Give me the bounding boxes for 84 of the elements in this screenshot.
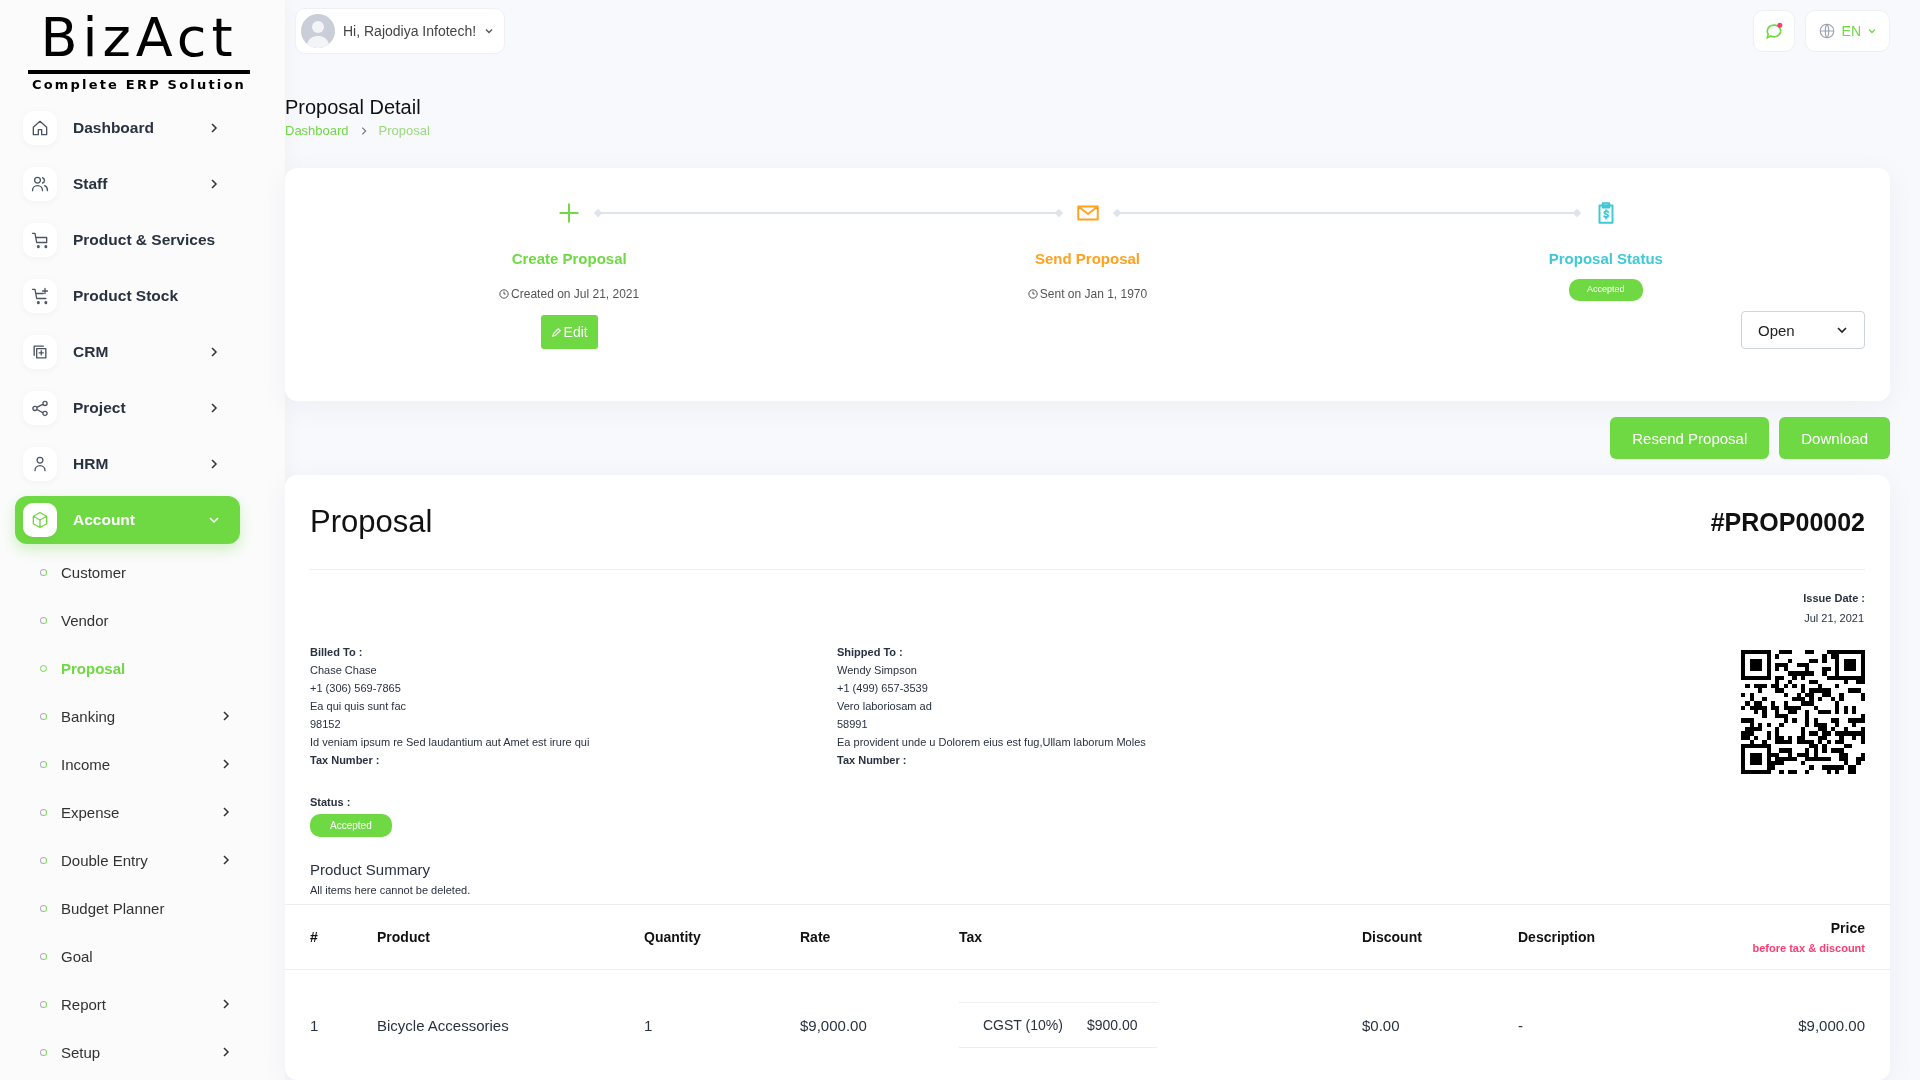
logo-title: BizAct [40,8,238,68]
step-date: Created on Jul 21, 2021 [511,287,640,301]
tax-name: CGST (10%) [983,1017,1063,1033]
address-label: Shipped To : [837,646,904,658]
column-note: before tax & discount [1752,942,1865,954]
sidebar-item[interactable]: Dashboard [15,104,240,152]
users-icon [30,174,50,194]
logo-tagline: Complete ERP Solution [31,77,247,92]
cart-icon [30,230,50,250]
column-header: Description [1518,929,1596,945]
submenu-item[interactable]: Setup [15,1032,232,1072]
user-menu[interactable]: Hi, Rajodiya Infotech! [295,8,506,54]
step-title: Send Proposal [1034,250,1140,267]
address-line: 98152 [310,718,342,730]
tax-amount: $900.00 [1086,1017,1138,1033]
submenu-item[interactable]: Report [15,984,232,1024]
section-title: Product Summary [310,861,431,878]
section-note: All items here cannot be deleted. [310,884,471,896]
status-select[interactable]: Open [1741,311,1865,349]
page-title: Proposal Detail [285,96,422,119]
address-line: +1 (499) 657-3539 [837,682,929,694]
step-date: Sent on Jan 1, 1970 [1039,287,1148,301]
cart-plus-icon [30,286,50,306]
column-header: Tax [959,929,984,945]
caret-icon [1867,26,1877,36]
tax-number-label: Tax Number : [837,754,908,766]
sidebar-item[interactable]: Product & Services [15,216,240,264]
table-cell-text: Bicycle Accessories [377,1016,510,1034]
table-cell: $9,000.00 [1798,1016,1865,1034]
submenu-item[interactable]: Double Entry [15,840,232,880]
sidebar-item[interactable]: Product Stock [15,272,240,320]
share-icon [30,398,50,418]
address-line: Wendy Simpson [837,664,918,676]
submenu-item[interactable]: Goal [15,936,232,976]
column-header: Discount [1362,929,1423,945]
chat-button[interactable] [1752,10,1795,52]
address-line: Ea qui quis sunt fac [310,700,407,712]
table-cell-text: - [1518,1016,1524,1034]
cube-icon [30,510,50,530]
sidebar-item[interactable]: CRM [15,328,240,376]
chat-icon [1763,21,1784,41]
address-line: 58991 [837,718,869,730]
step-title: Create Proposal [511,250,627,267]
status-label: Status : [310,796,351,808]
table-cell-text: $0.00 [1362,1016,1401,1034]
home-icon [30,118,50,138]
column-header: # [310,929,319,945]
address-line: Ea provident unde u Dolorem eius est fug,Ullam laborum Moles [837,736,1147,748]
pencil-icon [550,326,562,338]
column-header: Product [377,929,431,945]
status-badge: Accepted [1569,279,1643,301]
document-title: Proposal [310,504,433,540]
submenu-item[interactable]: Budget Planner [15,888,232,928]
submenu-item[interactable]: Banking [15,696,232,736]
submenu-item[interactable]: Customer [15,552,232,592]
table-cell-text: 1 [644,1016,654,1034]
address-line: Id veniam ipsum re Sed laudantium aut Amet est irure qui [310,736,591,748]
status-badge: Accepted [310,814,392,837]
clock-icon [1027,289,1038,299]
address-line: Vero laboriosam ad [837,700,933,712]
address-label: Billed To : [310,646,364,658]
address-line: Chase Chase [310,664,378,676]
submenu-item[interactable]: Vendor [15,600,232,640]
column-header: Rate [800,929,832,945]
issue-date-label: Issue Date : [1803,592,1865,604]
globe-icon [1817,22,1836,40]
tax-number-label: Tax Number : [310,754,381,766]
table-cell-text: $9,000.00 [800,1016,868,1034]
step-title: Proposal Status [1548,250,1663,267]
table-cell-text: 1 [310,1016,320,1034]
submenu-item[interactable]: Expense [15,792,232,832]
avatar-icon [301,14,335,48]
address-line: +1 (306) 569-7865 [310,682,402,694]
sidebar-item[interactable]: Staff [15,160,240,208]
sidebar-item[interactable]: HRM [15,440,240,488]
caret-icon [484,26,495,36]
column-header: Quantity [644,929,702,945]
submenu-item[interactable]: Income [15,744,232,784]
issue-date: Jul 21, 2021 [1804,612,1865,624]
clock-icon [499,289,510,299]
proposal-number: #PROP00002 [1710,507,1865,537]
column-header: Price [1830,920,1865,936]
sidebar-item[interactable]: Project [15,384,240,432]
caret-icon [1836,324,1848,336]
